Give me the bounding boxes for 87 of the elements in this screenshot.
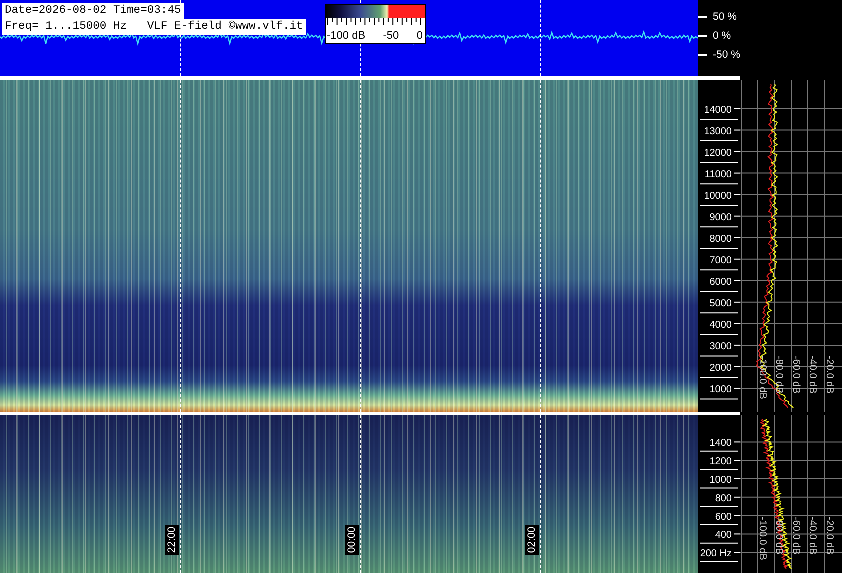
axis-tick — [700, 205, 738, 206]
axis-tick — [734, 130, 740, 131]
axis-tick — [734, 478, 740, 480]
axis-tick — [700, 469, 738, 470]
frequency-label: 10000 — [704, 190, 732, 202]
frequency-label: 1200 — [710, 456, 732, 468]
db-label: -60.0 dB — [790, 356, 802, 394]
frequency-label: 400 — [715, 530, 732, 542]
axis-tick — [700, 524, 738, 526]
axis-tick — [700, 184, 738, 185]
db-label: -80.0 dB — [774, 517, 785, 555]
amplitude-label: 50 % — [713, 11, 737, 23]
axis-tick — [700, 312, 738, 314]
axis-tick — [734, 442, 740, 443]
frequency-label: 11000 — [704, 169, 732, 180]
axis-tick — [734, 344, 740, 346]
axis-tick — [734, 515, 740, 516]
axis-tick — [734, 172, 740, 174]
time-label: 02:00 — [525, 524, 540, 556]
frequency-label: 7000 — [710, 255, 732, 266]
frequency-label: 4000 — [710, 320, 732, 331]
axis-tick — [734, 258, 740, 260]
axis-tick — [700, 140, 738, 142]
frequency-label: 2000 — [710, 362, 732, 374]
amplitude-tick — [698, 16, 707, 18]
db-label: -40.0 dB — [807, 356, 818, 394]
frequency-label: 12000 — [704, 148, 732, 159]
axis-tick — [700, 488, 738, 489]
time-label: 22:00 — [165, 524, 180, 556]
db-label: -20.0 dB — [824, 356, 835, 394]
frequency-label: 200 Hz — [700, 548, 732, 560]
frequency-label: 14000 — [704, 104, 732, 116]
axis-tick — [700, 506, 738, 508]
frequency-info-text: Freq= 1...15000 Hz VLF E-field ©www.vlf.it — [2, 19, 306, 35]
axis-tick — [700, 542, 738, 544]
amplitude-tick — [698, 54, 707, 56]
frequency-label: 3000 — [710, 341, 732, 352]
frequency-label: 800 — [715, 493, 732, 504]
frequency-label: 6000 — [710, 276, 732, 288]
axis-tick — [700, 334, 738, 336]
date-time-text: Date=2026-08-02 Time=03:45 — [2, 3, 184, 19]
db-label: -100.0 dB — [757, 356, 768, 400]
db-label: -20.0 dB — [824, 517, 835, 555]
axis-tick — [734, 151, 740, 152]
axis-tick — [734, 323, 740, 324]
frequency-label: 1400 — [710, 438, 732, 450]
axis-tick — [734, 194, 740, 196]
axis-tick — [734, 388, 740, 389]
amplitude-label: 0 % — [713, 30, 732, 42]
axis-tick — [734, 108, 740, 110]
axis-tick — [700, 450, 738, 452]
frequency-label: 5000 — [710, 298, 732, 310]
axis-tick — [734, 460, 740, 462]
db-label: -40.0 dB — [807, 517, 818, 555]
axis-tick — [734, 237, 740, 238]
axis-tick — [700, 248, 738, 250]
frequency-label: 8000 — [710, 234, 732, 245]
amplitude-tick — [698, 35, 707, 37]
db-label: -100.0 dB — [757, 517, 768, 560]
axis-tick — [700, 270, 738, 271]
axis-tick — [734, 496, 740, 498]
axis-tick — [700, 356, 738, 357]
time-label: 00:00 — [345, 524, 360, 556]
frequency-label: 1000 — [710, 384, 732, 396]
frequency-label: 13000 — [704, 126, 732, 138]
axis-tick — [700, 226, 738, 228]
axis-tick — [700, 377, 738, 378]
axis-tick — [700, 398, 738, 400]
axis-tick — [700, 162, 738, 164]
db-label: -80.0 dB — [774, 356, 785, 394]
axis-tick — [734, 302, 740, 303]
scale-label: -100 dB — [327, 30, 366, 42]
scale-label: -50 — [383, 30, 400, 42]
frequency-label: 1000 — [710, 475, 732, 486]
frequency-label: 600 — [715, 512, 732, 523]
axis-tick — [700, 561, 738, 562]
axis-tick — [734, 552, 740, 554]
axis-tick — [734, 280, 740, 282]
amplitude-label: -50 % — [713, 49, 740, 61]
scale-label: 0 — [416, 30, 423, 42]
axis-tick — [700, 291, 738, 292]
axis-tick — [734, 534, 740, 535]
axis-tick — [700, 119, 738, 120]
db-label: -60.0 dB — [790, 517, 802, 555]
frequency-label: 9000 — [710, 212, 732, 224]
axis-tick — [734, 366, 740, 368]
axis-tick — [734, 216, 740, 217]
